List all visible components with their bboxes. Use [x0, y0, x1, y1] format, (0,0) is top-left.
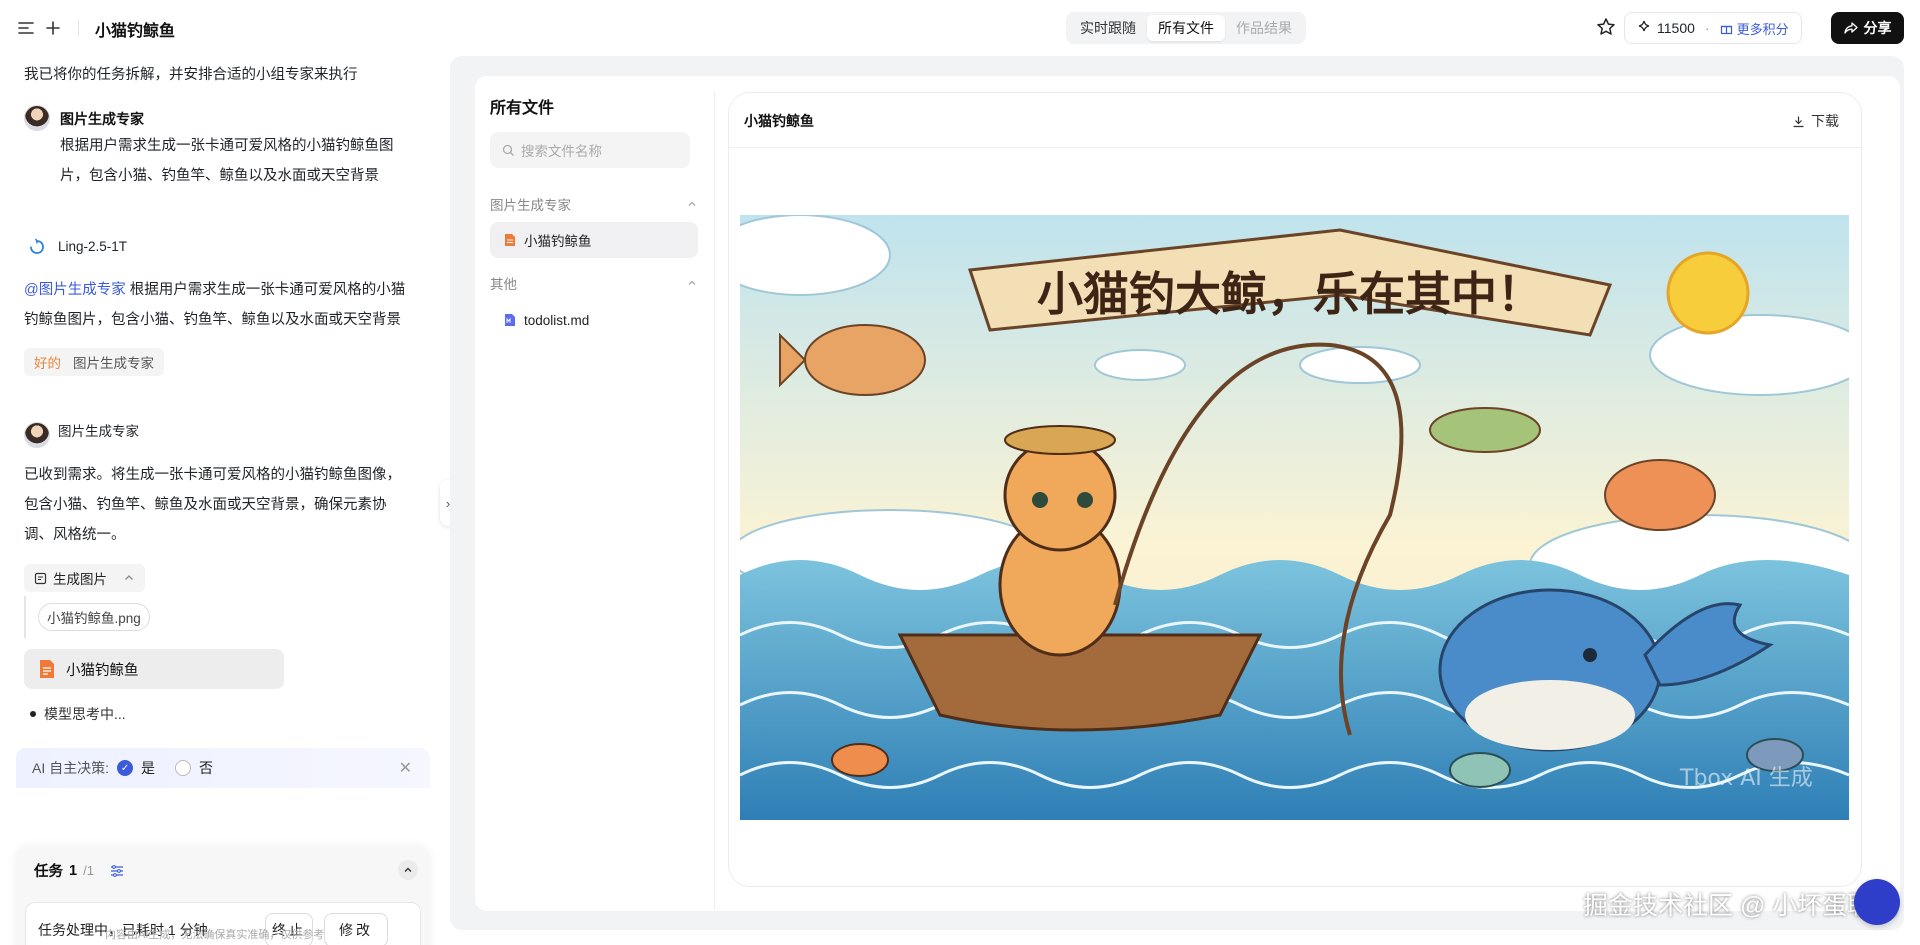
decision-no-label: 否 — [199, 760, 214, 776]
expert-reply-line2: 包含小猫、钓鱼竿、鲸鱼及水面或天空背景，确保元素协 — [24, 497, 387, 513]
model-message-line2: 钓鲸鱼图片，包含小猫、钓鱼竿、鲸鱼以及水面或天空背景 — [24, 312, 401, 328]
download-button[interactable]: 下载 — [1792, 111, 1839, 131]
more-credits-label: 更多积分 — [1736, 21, 1789, 37]
ai-decision-bar: AI 自主决策: ✓ 是 否 ✕ — [16, 748, 430, 788]
banner-text: 小猫钓大鲸，乐在其中！ — [1037, 267, 1543, 321]
more-credits-link[interactable]: 更多积分 — [1720, 19, 1789, 38]
download-label: 下载 — [1811, 113, 1839, 129]
search-placeholder: 搜索文件名称 — [521, 144, 602, 159]
site-watermark: 掘金技术社区 @ 小坏蛋联盟 — [1583, 892, 1898, 920]
model-message-line1: @图片生成专家 根据用户需求生成一张卡通可爱风格的小猫 — [24, 275, 405, 305]
file-group-header[interactable]: 图片生成专家 — [490, 194, 697, 214]
ai-disclaimer: 内容由AI生成，无法确保真实准确，仅供参考 — [105, 929, 325, 941]
model-message-text: 根据用户需求生成一张卡通可爱风格的小猫 — [129, 282, 406, 298]
generated-file-pill[interactable]: 小猫钓鲸鱼.png — [38, 603, 150, 631]
image-tool-icon — [34, 572, 47, 584]
expert-task-line2: 片，包含小猫、钓鱼竿、鲸鱼以及水面或天空背景 — [60, 168, 379, 184]
divider — [24, 596, 26, 638]
download-icon — [1793, 116, 1804, 127]
divider — [78, 20, 79, 36]
reply-ok: 好的 — [34, 356, 61, 371]
file-item[interactable]: 小猫钓鲸鱼 — [490, 222, 698, 258]
status-dot — [30, 711, 36, 717]
tab-all-files[interactable]: 所有文件 — [1147, 15, 1225, 41]
result-file-card[interactable]: 小猫钓鲸鱼 — [24, 649, 284, 689]
file-item-label: 小猫钓鲸鱼 — [524, 234, 592, 249]
decision-yes-label: 是 — [141, 760, 156, 776]
model-name: Ling-2.5-1T — [58, 239, 128, 254]
share-label: 分享 — [1863, 20, 1892, 36]
expert-name: 图片生成专家 — [60, 111, 144, 127]
divider — [729, 147, 1861, 148]
thinking-status: 模型思考中... — [30, 704, 126, 724]
share-button[interactable]: 分享 — [1831, 12, 1904, 44]
new-chat-icon[interactable] — [43, 18, 63, 38]
plan-intro: 我已将你的任务拆解，并安排合适的小组专家来执行 — [24, 67, 358, 83]
divider — [714, 92, 715, 910]
file-card-label: 小猫钓鲸鱼 — [66, 662, 139, 679]
expert-reply-line1: 已收到需求。将生成一张卡通可爱风格的小猫钓鲸鱼图像， — [24, 467, 401, 483]
expert-reply-line3: 调、风格统一。 — [24, 527, 126, 543]
image-file-icon — [505, 234, 515, 246]
tab-results[interactable]: 作品结果 — [1225, 15, 1303, 41]
separator-dot: · — [1704, 20, 1710, 36]
task-total: /1 — [83, 863, 94, 878]
page-title: 小猫钓鲸鱼 — [95, 23, 176, 40]
assistant-fab[interactable] — [1854, 879, 1900, 925]
image-watermark: Tbox AI 生成 — [1679, 766, 1813, 791]
sparkle-icon — [1637, 20, 1651, 37]
file-group-label: 其他 — [490, 277, 517, 292]
expert-name-2: 图片生成专家 — [58, 424, 139, 439]
tab-live-follow[interactable]: 实时跟随 — [1069, 15, 1147, 41]
chevron-up-icon — [688, 201, 696, 206]
search-icon — [502, 144, 514, 156]
task-label: 任务 — [34, 864, 63, 880]
image-file-icon — [40, 660, 54, 678]
avatar — [24, 105, 50, 131]
file-item[interactable]: todolist.md — [490, 302, 698, 338]
task-header: 任务 1 /1 — [34, 860, 124, 881]
mention-link[interactable]: @图片生成专家 — [24, 282, 126, 298]
share-icon — [1843, 22, 1858, 34]
filter-icon — [110, 864, 123, 877]
expert-task-line1: 根据用户需求生成一张卡通可爱风格的小猫钓鲸鱼图 — [60, 138, 394, 154]
credits-count: 11500 — [1657, 20, 1695, 36]
decision-no-radio[interactable] — [175, 760, 192, 776]
chevron-up-icon — [688, 280, 696, 285]
star-icon[interactable] — [1596, 17, 1618, 39]
file-search-input[interactable]: 搜索文件名称 — [490, 132, 690, 168]
markdown-file-icon — [505, 314, 515, 326]
decision-yes-radio[interactable]: ✓ — [117, 760, 134, 776]
tool-call-chip[interactable]: 生成图片 — [24, 564, 145, 592]
file-group-header[interactable]: 其他 — [490, 273, 697, 293]
ling-logo-icon — [28, 238, 46, 256]
chat-panel: 我已将你的任务拆解，并安排合适的小组专家来执行 图片生成专家 根据用户需求生成一… — [0, 56, 438, 945]
menu-icon[interactable] — [16, 18, 36, 38]
file-item-label: todolist.md — [524, 312, 590, 328]
generated-image: 小猫钓大鲸，乐在其中！ Tbox AI 生成 — [740, 215, 1849, 820]
thinking-label: 模型思考中... — [44, 706, 126, 722]
gift-icon — [1720, 25, 1732, 34]
reply-chip: 好的 图片生成专家 — [24, 348, 164, 376]
file-group-label: 图片生成专家 — [490, 198, 571, 213]
tool-label: 生成图片 — [53, 572, 107, 587]
view-tabs: 实时跟随 所有文件 作品结果 — [1066, 12, 1306, 44]
credits-box[interactable]: 11500 · 更多积分 — [1624, 12, 1802, 44]
avatar — [24, 422, 50, 448]
task-current: 1 — [69, 862, 78, 879]
files-title: 所有文件 — [490, 100, 555, 117]
decision-label: AI 自主决策: — [32, 760, 110, 776]
close-icon[interactable]: ✕ — [399, 758, 412, 778]
chevron-up-icon[interactable] — [398, 860, 418, 880]
reply-who: 图片生成专家 — [73, 356, 154, 371]
edit-button[interactable]: 修改 — [324, 913, 388, 945]
preview-title: 小猫钓鲸鱼 — [744, 113, 814, 129]
chevron-up-icon — [125, 575, 133, 580]
top-bar: 小猫钓鲸鱼 实时跟随 所有文件 作品结果 11500 · 更多积分 分享 — [0, 0, 1920, 56]
